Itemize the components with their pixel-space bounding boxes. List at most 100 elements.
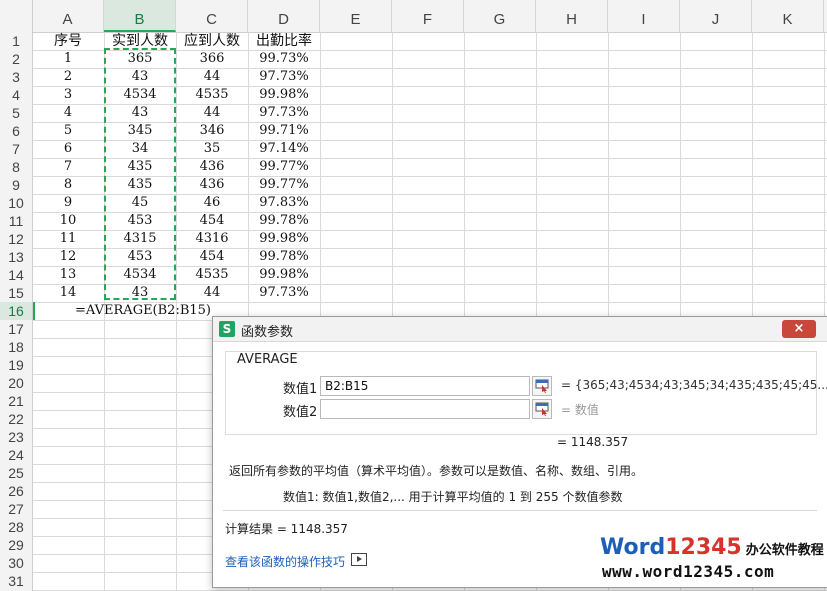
cell-a11[interactable]: 10 [32,212,104,230]
row-header-12[interactable]: 12 [0,230,32,248]
row-header-5[interactable]: 5 [0,104,32,122]
column-header-e[interactable]: E [320,0,392,32]
cell-d9[interactable]: 99.77% [248,176,320,194]
cell-c2[interactable]: 366 [176,50,248,68]
row-header-27[interactable]: 27 [0,500,32,518]
column-header-c[interactable]: C [176,0,248,32]
cell-c6[interactable]: 346 [176,122,248,140]
calculation-result: 计算结果 = 1148.357 [225,522,348,536]
cell-a5[interactable]: 4 [32,104,104,122]
row-header-2[interactable]: 2 [0,50,32,68]
cell-c7[interactable]: 35 [176,140,248,158]
parameter-description: 数值1: 数值1,数值2,... 用于计算平均值的 1 到 255 个数值参数 [283,490,623,504]
cell-c14[interactable]: 4535 [176,266,248,284]
row-header-17[interactable]: 17 [0,320,32,338]
column-header-d[interactable]: D [248,0,320,32]
cell-c8[interactable]: 436 [176,158,248,176]
arg2-input[interactable] [320,399,530,419]
cell-d6[interactable]: 99.71% [248,122,320,140]
cell-c5[interactable]: 44 [176,104,248,122]
function-tips-link[interactable]: 查看该函数的操作技巧 [225,553,345,570]
row-header-13[interactable]: 13 [0,248,32,266]
cell-a4[interactable]: 3 [32,86,104,104]
row-header-26[interactable]: 26 [0,482,32,500]
cell-c15[interactable]: 44 [176,284,248,302]
row-header-11[interactable]: 11 [0,212,32,230]
row-header-19[interactable]: 19 [0,356,32,374]
cell-d13[interactable]: 99.78% [248,248,320,266]
cell-a3[interactable]: 2 [32,68,104,86]
cell-a10[interactable]: 9 [32,194,104,212]
row-header-3[interactable]: 3 [0,68,32,86]
formula-cell-a16[interactable]: =AVERAGE(B2:B15) [75,302,211,320]
column-header-f[interactable]: F [392,0,464,32]
row-header-4[interactable]: 4 [0,86,32,104]
row-header-25[interactable]: 25 [0,464,32,482]
header-cell-a[interactable]: 序号 [32,32,104,50]
column-header-g[interactable]: G [464,0,536,32]
cell-a15[interactable]: 14 [32,284,104,302]
header-cell-c[interactable]: 应到人数 [176,32,248,50]
row-header-15[interactable]: 15 [0,284,32,302]
cell-a14[interactable]: 13 [32,266,104,284]
row-header-16[interactable]: 16 [0,302,32,320]
row-header-1[interactable]: 1 [0,32,32,50]
cell-d12[interactable]: 99.98% [248,230,320,248]
arg1-input[interactable] [320,376,530,396]
row-header-10[interactable]: 10 [0,194,32,212]
cell-d3[interactable]: 97.73% [248,68,320,86]
cell-c9[interactable]: 436 [176,176,248,194]
row-header-31[interactable]: 31 [0,572,32,590]
cell-d15[interactable]: 97.73% [248,284,320,302]
cell-a13[interactable]: 12 [32,248,104,266]
header-cell-d[interactable]: 出勤比率 [248,32,320,50]
cell-a12[interactable]: 11 [32,230,104,248]
column-header-k[interactable]: K [752,0,824,32]
cell-d10[interactable]: 97.83% [248,194,320,212]
cell-c13[interactable]: 454 [176,248,248,266]
select-all-corner[interactable] [0,0,33,33]
cell-a7[interactable]: 6 [32,140,104,158]
cell-c3[interactable]: 44 [176,68,248,86]
row-header-18[interactable]: 18 [0,338,32,356]
cell-d14[interactable]: 99.98% [248,266,320,284]
row-header-28[interactable]: 28 [0,518,32,536]
cell-d7[interactable]: 97.14% [248,140,320,158]
dialog-title-bar[interactable]: S 函数参数 × [213,317,827,342]
row-header-14[interactable]: 14 [0,266,32,284]
cell-a6[interactable]: 5 [32,122,104,140]
row-header-6[interactable]: 6 [0,122,32,140]
row-header-20[interactable]: 20 [0,374,32,392]
row-header-7[interactable]: 7 [0,140,32,158]
column-header-i[interactable]: I [608,0,680,32]
arg1-ref-button[interactable] [532,376,552,396]
column-header-h[interactable]: H [536,0,608,32]
cell-c12[interactable]: 4316 [176,230,248,248]
cell-c4[interactable]: 4535 [176,86,248,104]
cell-d2[interactable]: 99.73% [248,50,320,68]
arg2-ref-button[interactable] [532,399,552,419]
row-header-23[interactable]: 23 [0,428,32,446]
watermark-brand: Word12345 办公软件教程 [600,535,824,561]
close-button[interactable]: × [782,320,816,338]
cell-a8[interactable]: 7 [32,158,104,176]
row-header-22[interactable]: 22 [0,410,32,428]
cell-c11[interactable]: 454 [176,212,248,230]
cell-c10[interactable]: 46 [176,194,248,212]
row-header-30[interactable]: 30 [0,554,32,572]
row-header-21[interactable]: 21 [0,392,32,410]
cell-d4[interactable]: 99.98% [248,86,320,104]
video-play-icon[interactable] [351,553,367,566]
row-header-24[interactable]: 24 [0,446,32,464]
cell-d5[interactable]: 97.73% [248,104,320,122]
cell-a9[interactable]: 8 [32,176,104,194]
column-header-j[interactable]: J [680,0,752,32]
row-header-29[interactable]: 29 [0,536,32,554]
row-header-8[interactable]: 8 [0,158,32,176]
row-header-9[interactable]: 9 [0,176,32,194]
cell-d8[interactable]: 99.77% [248,158,320,176]
column-header-b[interactable]: B [104,0,176,32]
cell-d11[interactable]: 99.78% [248,212,320,230]
column-header-a[interactable]: A [32,0,104,32]
cell-a2[interactable]: 1 [32,50,104,68]
